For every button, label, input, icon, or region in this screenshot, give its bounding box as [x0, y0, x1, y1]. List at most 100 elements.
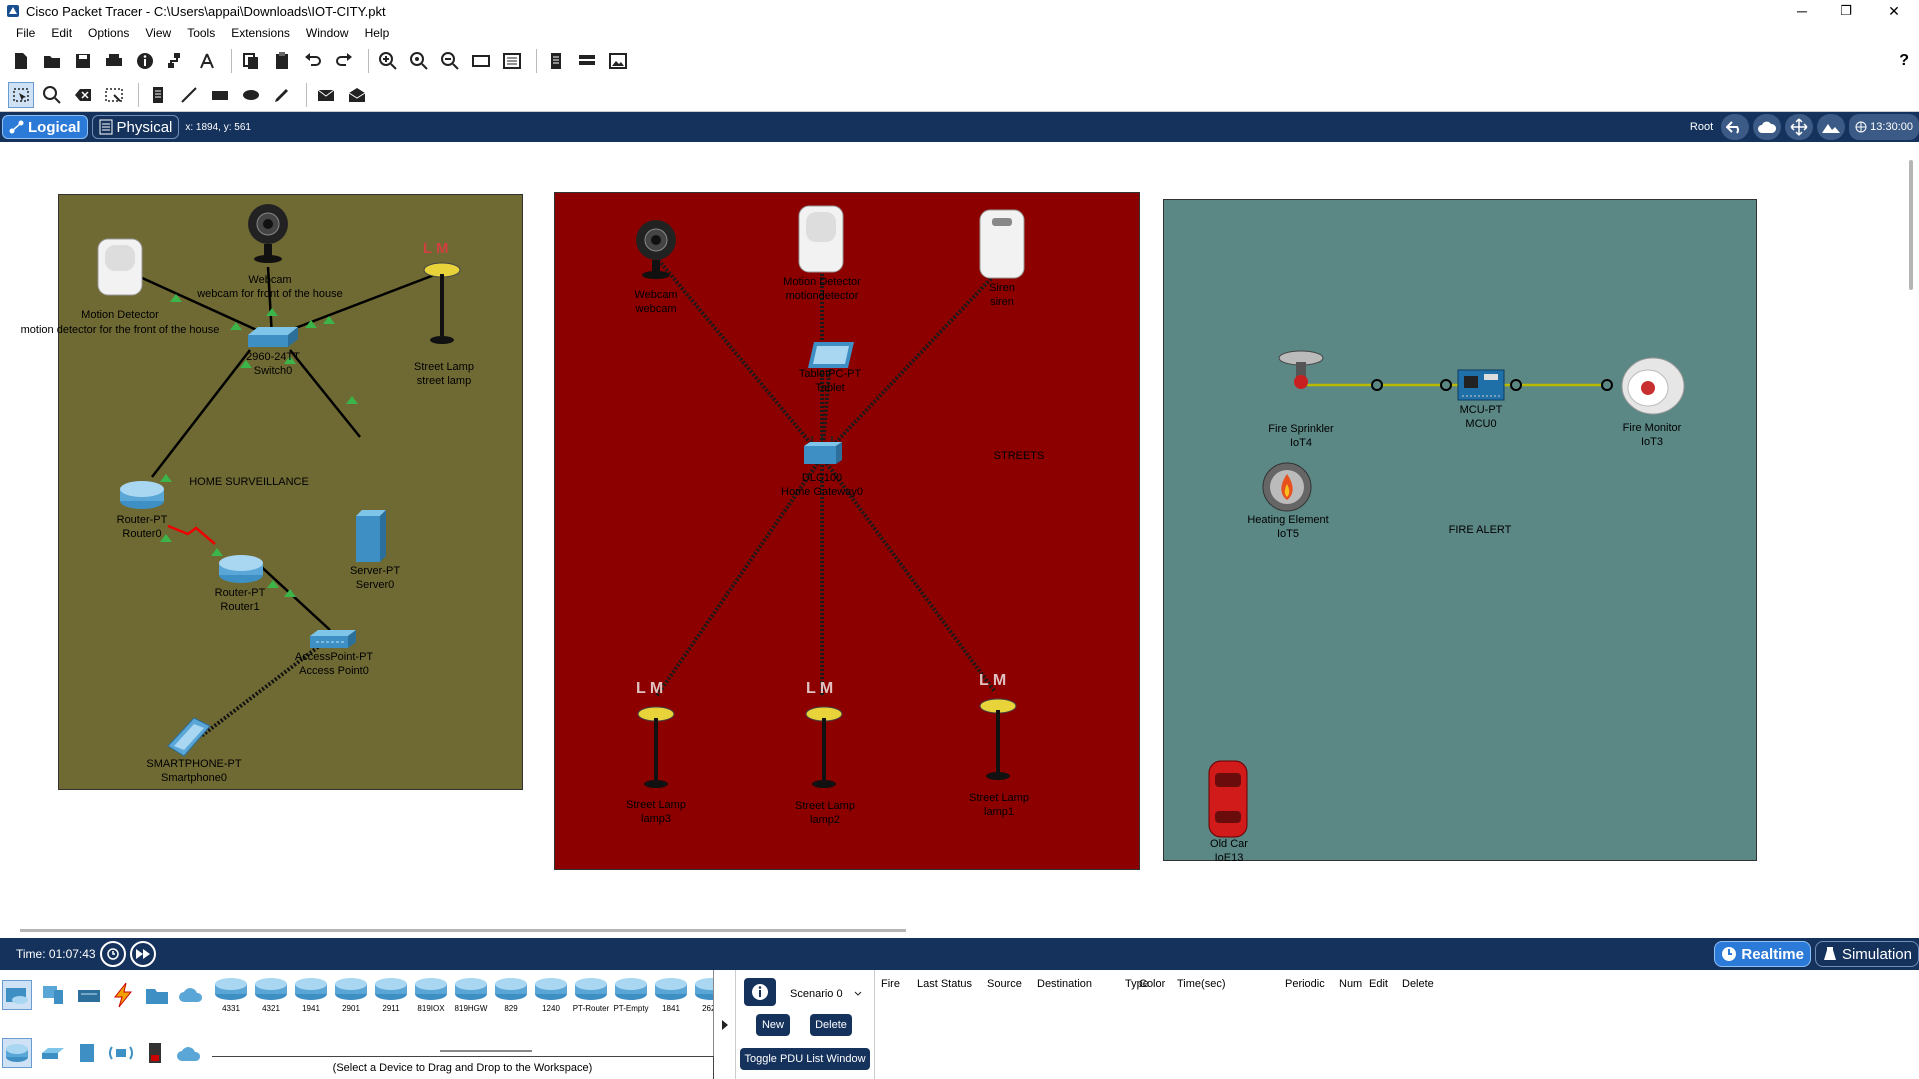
panel-collapse-arrow[interactable] [714, 970, 736, 1079]
logical-workspace[interactable]: Motion Detector motion detector for the … [0, 142, 1919, 938]
draw-line-button[interactable] [176, 82, 202, 108]
device-model-item[interactable]: PT-Empty [612, 974, 650, 1014]
pdu-column-header[interactable]: Num [1339, 978, 1362, 990]
zoom-reset-button[interactable] [406, 48, 432, 74]
device-list-scrollbar[interactable] [440, 1050, 532, 1052]
select-tool-button[interactable] [8, 81, 34, 108]
set-background-button[interactable] [1817, 114, 1846, 140]
subcategory-security[interactable] [140, 1038, 170, 1068]
router0-icon[interactable] [118, 479, 166, 511]
menu-edit[interactable]: Edit [43, 26, 80, 40]
device-model-item[interactable]: 2911 [372, 974, 410, 1014]
fast-forward-button[interactable] [129, 941, 156, 967]
lamp2-icon[interactable] [804, 704, 844, 790]
street-lamp-icon[interactable] [422, 260, 462, 346]
motion-detector-icon[interactable] [95, 237, 145, 297]
freeform-button[interactable] [269, 82, 295, 108]
inspect-tool-button[interactable] [39, 82, 65, 108]
zoom-in-button[interactable] [375, 48, 401, 74]
lamp1-icon[interactable] [978, 696, 1018, 782]
network-info-button[interactable] [163, 48, 189, 74]
switch-icon[interactable] [246, 325, 300, 349]
smartphone-icon[interactable] [166, 716, 214, 760]
street-webcam-icon[interactable] [634, 216, 678, 280]
minimize-button[interactable]: ─ [1780, 0, 1824, 22]
webcam-icon[interactable] [246, 200, 290, 264]
server-icon[interactable] [356, 510, 386, 562]
pdu-column-header[interactable]: Last Status [917, 978, 972, 990]
lamp3-icon[interactable] [636, 704, 676, 790]
viewport-clock[interactable]: 13:30:00 [1849, 114, 1919, 140]
save-button[interactable] [70, 48, 96, 74]
activity-wizard-button[interactable] [132, 48, 158, 74]
custom-devices-button[interactable] [194, 48, 220, 74]
workspace-horizontal-scrollbar[interactable] [20, 929, 906, 932]
old-car-icon[interactable] [1206, 759, 1250, 839]
device-model-item[interactable]: 4331 [212, 974, 250, 1014]
device-model-item[interactable]: 1941 [292, 974, 330, 1014]
resize-shape-button[interactable] [101, 82, 127, 108]
pdu-column-header[interactable]: Edit [1369, 978, 1388, 990]
device-model-item[interactable]: 4321 [252, 974, 290, 1014]
pdu-column-header[interactable]: Fire [881, 978, 900, 990]
device-model-item[interactable]: 819IOX [412, 974, 450, 1014]
copy-button[interactable] [238, 48, 264, 74]
device-template-button[interactable] [574, 48, 600, 74]
scenario-info-button[interactable] [744, 978, 776, 1006]
subcategory-routers[interactable] [2, 1038, 32, 1068]
device-model-item[interactable]: 1240 [532, 974, 570, 1014]
menu-window[interactable]: Window [298, 26, 357, 40]
scenario-dropdown[interactable]: Scenario 0 [786, 984, 866, 1004]
subcategory-hubs[interactable] [72, 1038, 102, 1068]
menu-help[interactable]: Help [357, 26, 398, 40]
heating-element-icon[interactable] [1262, 462, 1312, 512]
draw-ellipse-button[interactable] [238, 82, 264, 108]
fire-monitor-icon[interactable] [1620, 356, 1686, 416]
new-scenario-button[interactable]: New [756, 1014, 790, 1036]
tab-physical[interactable]: Physical [91, 115, 180, 139]
add-simple-pdu-button[interactable] [313, 82, 339, 108]
delete-scenario-button[interactable]: Delete [810, 1014, 852, 1036]
new-cluster-button[interactable] [1753, 114, 1782, 140]
device-model-item[interactable]: 829 [492, 974, 530, 1014]
move-object-button[interactable] [1785, 114, 1814, 140]
undo-button[interactable] [300, 48, 326, 74]
menu-extensions[interactable]: Extensions [223, 26, 298, 40]
category-multiuser[interactable] [176, 980, 206, 1010]
toggle-pdu-list-button[interactable]: Toggle PDU List Window [740, 1048, 870, 1070]
category-network-devices[interactable] [2, 980, 32, 1010]
pdu-column-header[interactable]: Color [1139, 978, 1165, 990]
pdu-column-header[interactable]: Delete [1402, 978, 1434, 990]
subcategory-wireless[interactable] [106, 1038, 136, 1068]
subcategory-wan-emulation[interactable] [174, 1038, 204, 1068]
power-cycle-button[interactable] [99, 941, 126, 967]
paste-button[interactable] [269, 48, 295, 74]
delete-tool-button[interactable] [70, 82, 96, 108]
home-gateway-icon[interactable] [802, 434, 844, 466]
siren-icon[interactable] [978, 208, 1026, 280]
realtime-mode-button[interactable]: Realtime [1714, 941, 1811, 967]
tab-logical[interactable]: Logical [2, 115, 88, 139]
root-breadcrumb[interactable]: Root [1690, 121, 1713, 133]
fire-sprinkler-icon[interactable] [1276, 350, 1326, 394]
menu-options[interactable]: Options [80, 26, 137, 40]
open-file-button[interactable] [39, 48, 65, 74]
custom-device-dialog-button[interactable] [499, 48, 525, 74]
subcategory-switches[interactable] [38, 1038, 68, 1068]
redo-button[interactable] [331, 48, 357, 74]
menu-file[interactable]: File [8, 26, 43, 40]
back-button[interactable] [1721, 114, 1750, 140]
category-miscellaneous[interactable] [142, 980, 172, 1010]
new-file-button[interactable] [8, 48, 34, 74]
device-model-item[interactable]: 2620 [692, 974, 713, 1014]
menu-view[interactable]: View [137, 26, 179, 40]
device-model-item[interactable]: 819HGW [452, 974, 490, 1014]
pdu-column-header[interactable]: Periodic [1285, 978, 1325, 990]
street-motion-detector-icon[interactable] [796, 204, 846, 274]
category-connections[interactable] [108, 980, 138, 1010]
pdu-column-header[interactable]: Source [987, 978, 1022, 990]
pdu-column-header[interactable]: Time(sec) [1177, 978, 1225, 990]
add-complex-pdu-button[interactable] [344, 82, 370, 108]
category-end-devices[interactable] [38, 980, 68, 1010]
category-components[interactable] [74, 980, 104, 1010]
